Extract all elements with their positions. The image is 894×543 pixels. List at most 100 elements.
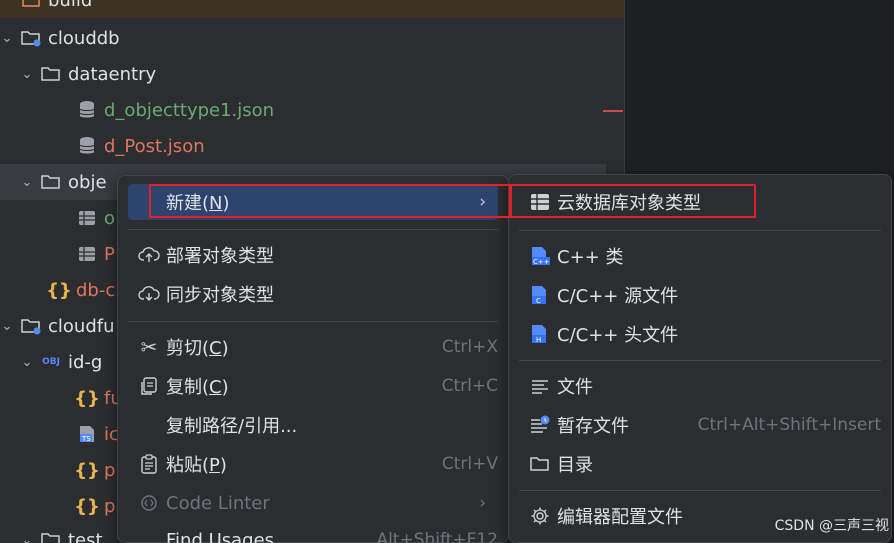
tree-item-db-config[interactable]: {} db-c bbox=[0, 272, 115, 308]
menu-item-label: C/C++ 头文件 bbox=[557, 325, 679, 346]
tree-item-label: id-g bbox=[68, 351, 103, 373]
tree-item-dataentry[interactable]: ⌄ dataentry bbox=[0, 56, 157, 92]
folder-icon bbox=[40, 529, 62, 543]
menu-item-sync[interactable]: 同步对象类型 bbox=[128, 276, 498, 312]
shortcut-label: Alt+Shift+F12 bbox=[376, 530, 498, 543]
new-submenu: 云数据库对象类型 C++ C++ 类 C C/C++ 源文件 H C/C++ 头… bbox=[508, 174, 892, 543]
tree-item-objecttype-file[interactable]: o bbox=[0, 200, 115, 236]
chevron-down-icon[interactable]: ⌄ bbox=[0, 31, 14, 46]
chevron-right-icon: › bbox=[479, 493, 486, 513]
tree-item-label: test bbox=[68, 529, 103, 543]
menu-item-label: C++ 类 bbox=[557, 247, 624, 268]
menu-item-label: C/C++ 源文件 bbox=[557, 286, 679, 307]
shortcut-label: Ctrl+Alt+Shift+Insert bbox=[697, 415, 881, 435]
c-source-icon: C bbox=[527, 282, 553, 308]
menu-item-cpp-class[interactable]: C++ C++ 类 bbox=[519, 238, 881, 274]
highlight-box-new bbox=[149, 184, 511, 218]
chevron-down-icon[interactable]: ⌄ bbox=[20, 355, 34, 370]
menu-item-paste[interactable]: 粘贴(P) Ctrl+V bbox=[128, 446, 498, 482]
tree-item-id-generator[interactable]: ⌄ OBJ id-g bbox=[0, 344, 103, 380]
tree-item-label: p bbox=[104, 459, 116, 481]
tree-item-label: p bbox=[104, 495, 116, 517]
folder-icon bbox=[40, 171, 62, 193]
braces-icon: {} bbox=[46, 279, 72, 301]
cloud-download-icon bbox=[136, 281, 162, 307]
shortcut-label: Ctrl+X bbox=[441, 337, 498, 357]
menu-separator bbox=[519, 490, 881, 491]
cpp-class-icon: C++ bbox=[527, 243, 553, 269]
menu-item-label: Code Linter bbox=[166, 492, 270, 514]
tree-item-package-json[interactable]: {} p bbox=[0, 452, 115, 488]
folder-icon bbox=[527, 451, 553, 477]
database-icon bbox=[76, 99, 98, 121]
shortcut-label: Ctrl+C bbox=[441, 376, 498, 396]
menu-item-label: Find Usages bbox=[166, 529, 275, 543]
tree-item-label: build bbox=[48, 0, 93, 11]
menu-item-cut[interactable]: ✂ 剪切(C) Ctrl+X bbox=[128, 329, 498, 365]
tree-item-d-post[interactable]: d_Post.json bbox=[0, 128, 205, 164]
menu-separator bbox=[519, 230, 881, 231]
tree-item-build[interactable]: build bbox=[0, 0, 624, 18]
braces-icon: {} bbox=[74, 387, 100, 409]
tree-item-label: P bbox=[104, 243, 115, 265]
database-icon bbox=[76, 135, 98, 157]
table-icon bbox=[76, 243, 98, 265]
chevron-down-icon[interactable]: ⌄ bbox=[0, 319, 14, 334]
copy-icon bbox=[136, 373, 162, 399]
tree-item-function-json[interactable]: {} fu bbox=[0, 380, 122, 416]
gear-icon bbox=[527, 503, 553, 529]
tree-item-cloudfunctions[interactable]: ⌄ cloudfu bbox=[0, 308, 115, 344]
h-badge-text: H bbox=[536, 336, 541, 344]
cpp-badge-text: C++ bbox=[533, 258, 550, 266]
menu-item-scratch-file[interactable]: 暂存文件 Ctrl+Alt+Shift+Insert bbox=[519, 407, 881, 443]
menu-item-cpp-source[interactable]: C C/C++ 源文件 bbox=[519, 277, 881, 313]
menu-item-deploy[interactable]: 部署对象类型 bbox=[128, 237, 498, 273]
menu-item-label: 目录 bbox=[557, 455, 593, 476]
ts-badge-text: TS bbox=[81, 435, 91, 443]
menu-item-copy-path[interactable]: 复制路径/引用... bbox=[128, 407, 498, 443]
code-linter-icon bbox=[136, 490, 162, 516]
tree-item-label: cloudfu bbox=[48, 315, 115, 337]
menu-item-code-linter[interactable]: Code Linter › bbox=[128, 485, 498, 521]
c-header-icon: H bbox=[527, 321, 553, 347]
menu-separator bbox=[128, 229, 498, 230]
tree-item-label: obje bbox=[68, 171, 107, 193]
menu-item-copy[interactable]: 复制(C) Ctrl+C bbox=[128, 368, 498, 404]
chevron-down-icon[interactable]: ⌄ bbox=[20, 175, 34, 190]
chevron-down-icon[interactable]: ⌄ bbox=[20, 67, 34, 82]
tree-item-label: clouddb bbox=[48, 27, 120, 49]
tree-item-label: dataentry bbox=[68, 63, 157, 85]
menu-item-cpp-header[interactable]: H C/C++ 头文件 bbox=[519, 316, 881, 352]
menu-item-file[interactable]: 文件 bbox=[519, 368, 881, 404]
ts-file-icon: TS bbox=[76, 423, 98, 445]
context-menu: 新建(N) › 部署对象类型 同步对象类型 ✂ 剪切(C) Ctrl+X 复制(… bbox=[117, 175, 509, 543]
tree-item-ts-file[interactable]: TS ic bbox=[0, 416, 119, 452]
module-folder-icon bbox=[20, 27, 42, 49]
menu-item-label: 粘贴(P) bbox=[166, 455, 227, 476]
tree-item-d-objecttype1[interactable]: d_objecttype1.json bbox=[0, 92, 274, 128]
tree-item-test[interactable]: ⌄ test bbox=[0, 522, 103, 543]
menu-item-label: 同步对象类型 bbox=[166, 285, 274, 306]
text-file-icon bbox=[527, 373, 553, 399]
chevron-down-icon[interactable]: ⌄ bbox=[20, 533, 34, 543]
module-folder-icon bbox=[20, 315, 42, 337]
cloud-upload-icon bbox=[136, 242, 162, 268]
change-marker bbox=[603, 110, 623, 112]
tree-item-label: d_objecttype1.json bbox=[104, 99, 275, 121]
menu-item-label: 复制(C) bbox=[166, 377, 229, 398]
tree-item-package-lock[interactable]: {} p bbox=[0, 488, 115, 524]
table-icon bbox=[76, 207, 98, 229]
menu-item-label: 暂存文件 bbox=[557, 416, 629, 437]
clipboard-icon bbox=[136, 451, 162, 477]
scratch-file-icon bbox=[527, 412, 553, 438]
braces-icon: {} bbox=[74, 459, 100, 481]
tree-item-post-file[interactable]: P bbox=[0, 236, 115, 272]
folder-icon bbox=[20, 0, 42, 11]
scissors-icon: ✂ bbox=[140, 335, 158, 359]
menu-item-directory[interactable]: 目录 bbox=[519, 446, 881, 482]
braces-icon: {} bbox=[74, 495, 100, 517]
c-badge-text: C bbox=[536, 297, 541, 305]
menu-item-find-usages[interactable]: Find Usages Alt+Shift+F12 bbox=[128, 522, 498, 543]
tree-item-clouddb[interactable]: ⌄ clouddb bbox=[0, 20, 120, 56]
watermark: CSDN @三声三视 bbox=[774, 518, 889, 534]
